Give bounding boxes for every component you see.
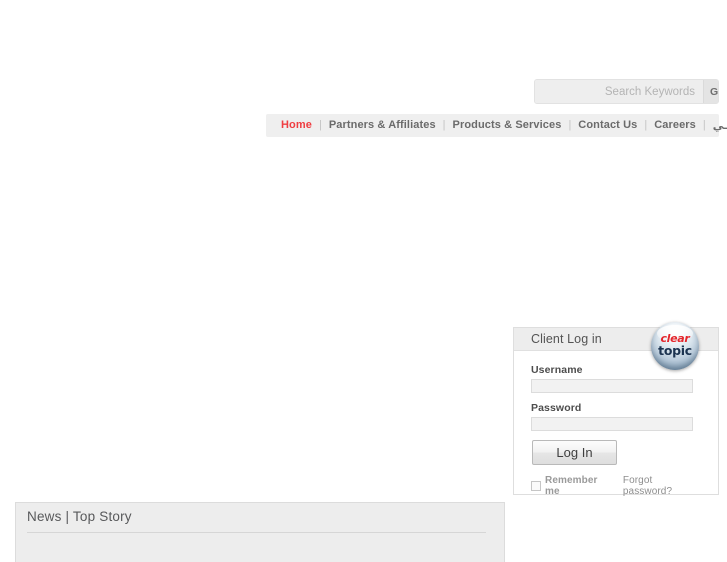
logo-word-clear: clear xyxy=(660,332,690,345)
login-options-row: Remember me Forgot password? xyxy=(531,475,702,497)
nav-item-contact-us[interactable]: Contact Us xyxy=(571,114,644,137)
nav-item-careers[interactable]: Careers xyxy=(647,114,703,137)
news-panel-title: News | Top Story xyxy=(27,509,132,524)
nav-item-partners-affiliates[interactable]: Partners & Affiliates xyxy=(322,114,443,137)
client-login-title: Client Log in xyxy=(531,332,602,346)
remember-me-label[interactable]: Remember me xyxy=(545,475,613,497)
logo-gloss-highlight xyxy=(657,325,693,342)
nav-item-arabic[interactable]: عربــي xyxy=(706,114,727,137)
main-navigation: Home | Partners & Affiliates | Products … xyxy=(266,114,727,137)
search-go-button[interactable]: GO xyxy=(703,80,718,103)
cleartopic-logo-icon: clear topic xyxy=(651,322,699,370)
logo-wordmark: clear topic xyxy=(651,333,699,358)
news-title-divider xyxy=(27,532,486,533)
forgot-password-link[interactable]: Forgot password? xyxy=(623,475,702,497)
nav-item-products-services[interactable]: Products & Services xyxy=(446,114,569,137)
username-field[interactable] xyxy=(531,379,693,393)
page-canvas: GO Home | Partners & Affiliates | Produc… xyxy=(0,0,727,562)
client-login-form: Username Password Log In Remember me For… xyxy=(514,351,718,497)
remember-me-checkbox[interactable] xyxy=(531,481,541,491)
password-label: Password xyxy=(531,402,582,414)
log-in-button[interactable]: Log In xyxy=(532,440,617,465)
nav-item-home[interactable]: Home xyxy=(274,114,319,137)
search-bar: GO xyxy=(534,79,719,104)
news-panel: News | Top Story xyxy=(15,502,505,562)
logo-word-topic: topic xyxy=(658,343,692,358)
search-input[interactable] xyxy=(535,80,703,103)
password-field[interactable] xyxy=(531,417,693,431)
